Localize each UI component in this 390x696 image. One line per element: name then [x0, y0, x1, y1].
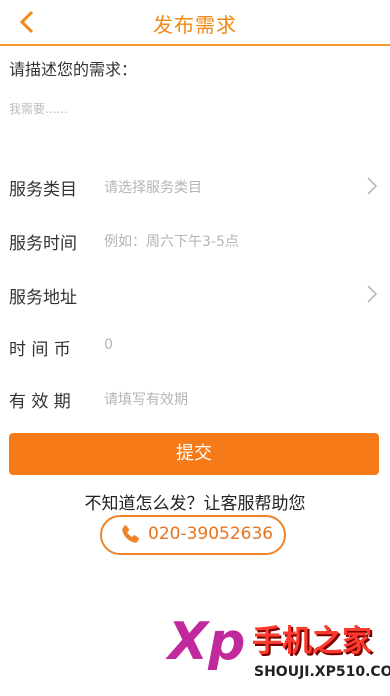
service-address-label: 服务地址 [9, 288, 77, 308]
validity-input[interactable]: 请填写有效期 [104, 389, 188, 409]
service-address-row[interactable]: 服务地址 [0, 274, 390, 314]
watermark-logo: Xp 手机之家 SHOUJI.XP510.COM [168, 608, 390, 688]
service-time-row[interactable]: 服务时间 例如：周六下午3-5点 [0, 220, 390, 260]
service-category-value[interactable]: 请选择服务类目 [104, 177, 202, 197]
time-coin-row[interactable]: 时 间 币 0 [0, 326, 390, 366]
validity-row[interactable]: 有 效 期 请填写有效期 [0, 378, 390, 418]
time-coin-input[interactable]: 0 [104, 337, 113, 353]
time-coin-label: 时 间 币 [9, 340, 71, 360]
description-label: 请描述您的需求： [9, 60, 138, 79]
watermark-url: SHOUJI.XP510.COM [254, 664, 390, 680]
submit-button[interactable]: 提交 [9, 433, 379, 475]
watermark-name: 手机之家 [252, 624, 372, 659]
phone-button[interactable]: 020-39052636 [100, 515, 286, 555]
chevron-right-icon [367, 177, 378, 195]
service-time-input[interactable]: 例如：周六下午3-5点 [104, 231, 239, 251]
phone-icon [122, 525, 139, 543]
validity-label: 有 效 期 [9, 392, 71, 412]
service-category-row[interactable]: 服务类目 请选择服务类目 [0, 166, 390, 206]
phone-number: 020-39052636 [148, 524, 274, 544]
header-bar: 发布需求 [0, 0, 390, 46]
page-title: 发布需求 [153, 13, 237, 37]
service-category-label: 服务类目 [9, 180, 77, 200]
service-time-label: 服务时间 [9, 234, 77, 254]
help-text: 不知道怎么发？让客服帮助您 [84, 494, 306, 514]
watermark-brand: Xp [168, 612, 246, 672]
description-input[interactable] [9, 98, 379, 120]
chevron-right-icon [367, 285, 378, 303]
